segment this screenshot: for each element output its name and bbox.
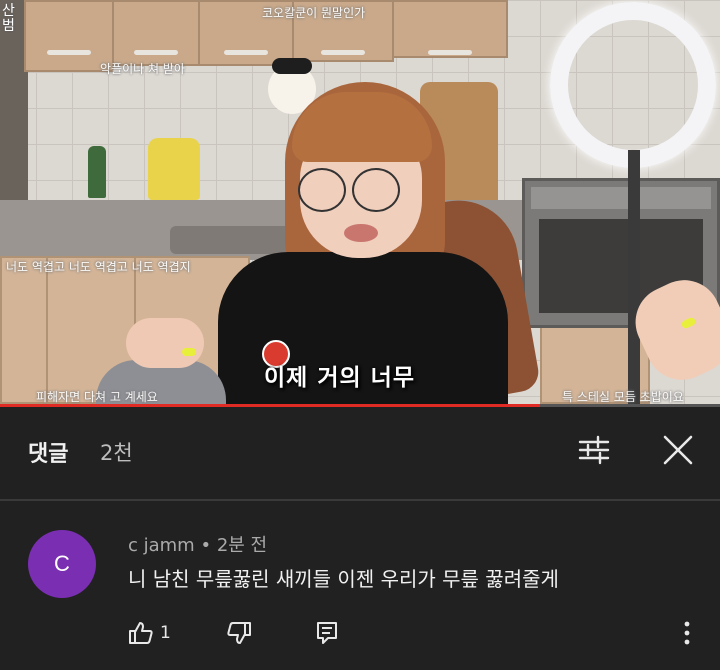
hand bbox=[126, 318, 204, 368]
yellow-bottle bbox=[148, 138, 200, 200]
upper-cabinet bbox=[392, 0, 508, 58]
lower-cabinet bbox=[0, 256, 48, 404]
glasses bbox=[352, 168, 400, 212]
video-player[interactable]: 산범 코오칼쿤이 뭔말인가 악플이나 쳐 받아 너도 역겹고 너도 역겹고 너도… bbox=[0, 0, 720, 404]
comment-time: 2분 전 bbox=[216, 535, 268, 556]
ring-light bbox=[550, 2, 716, 168]
reply-button[interactable] bbox=[314, 620, 340, 650]
overlay-caption: 악플이나 쳐 받아 bbox=[100, 62, 185, 76]
video-subtitle: 이제 거의 너무 bbox=[264, 365, 415, 391]
like-count: 1 bbox=[160, 623, 171, 643]
close-icon bbox=[663, 435, 693, 465]
overlay-caption: 너도 역겹고 너도 역겹고 너도 역겹지 bbox=[6, 260, 191, 274]
glasses bbox=[298, 168, 346, 212]
overlay-caption: 피해자면 다쳐 고 계세요 bbox=[36, 390, 158, 404]
more-options-button[interactable] bbox=[676, 620, 698, 650]
thumbs-up-icon bbox=[129, 622, 153, 644]
sort-filter-icon bbox=[578, 435, 610, 465]
thumbs-down-icon bbox=[227, 622, 251, 644]
header-divider bbox=[0, 499, 720, 501]
meta-separator: • bbox=[200, 535, 212, 556]
overlay-caption: 코오칼쿤이 뭔말인가 bbox=[262, 6, 366, 20]
dislike-button[interactable] bbox=[226, 620, 252, 650]
like-button[interactable] bbox=[128, 620, 154, 650]
side-caption: 산범 bbox=[2, 3, 15, 34]
comments-title: 댓글 bbox=[28, 442, 69, 467]
overlay-caption: 특 스테실 모듬 초밥이요 bbox=[562, 390, 684, 404]
comments-count: 2천 bbox=[100, 441, 133, 465]
comment-author[interactable]: c jamm bbox=[128, 535, 195, 556]
lips bbox=[344, 224, 378, 242]
video-progress-bar[interactable] bbox=[0, 404, 720, 407]
upper-cabinet bbox=[112, 0, 200, 66]
comment-text: 니 남친 무릎꿇린 새끼들 이젠 우리가 무릎 꿇려줄게 bbox=[128, 567, 559, 591]
hair-bangs bbox=[292, 92, 432, 162]
green-bottle bbox=[88, 146, 106, 198]
comment-meta: c jamm • 2분 전 bbox=[128, 531, 267, 557]
avatar[interactable]: C bbox=[28, 530, 96, 598]
sort-filter-button[interactable] bbox=[572, 428, 616, 472]
avatar-letter: C bbox=[54, 551, 70, 576]
more-vert-icon bbox=[684, 621, 690, 645]
video-progress-fill bbox=[0, 404, 540, 407]
ring-light-stand bbox=[628, 150, 640, 404]
close-comments-button[interactable] bbox=[656, 428, 700, 472]
reply-icon bbox=[317, 622, 337, 644]
